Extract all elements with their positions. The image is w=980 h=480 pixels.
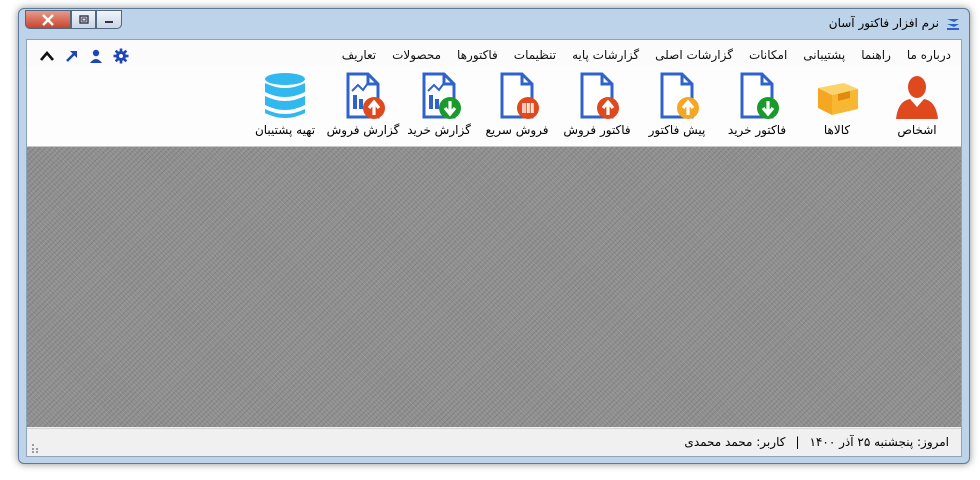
tool-label: تهیه پشتیبان (254, 123, 316, 137)
sales-invoice-icon (580, 72, 619, 119)
tool-pre-invoice[interactable]: پیش فاکتور (637, 66, 717, 146)
maximize-button[interactable] (71, 10, 96, 29)
gear-icon[interactable] (113, 48, 129, 64)
client-area: تعاریف محصولات فاکتورها تنظیمات گزارشات … (26, 39, 962, 457)
minimize-button[interactable] (96, 10, 122, 29)
tool-purchase-invoice[interactable]: فاکتور خرید (717, 66, 797, 146)
tool-quick-sale[interactable]: فروش سریع (477, 66, 557, 146)
purchase-invoice-icon (740, 72, 779, 119)
workspace-background (27, 147, 961, 427)
tool-label: فاکتور خرید (727, 123, 787, 137)
barcode-document-icon (500, 72, 539, 119)
tool-sales-report[interactable]: گزارش فروش (325, 66, 401, 146)
database-icon (265, 73, 305, 118)
tool-label: گزارش فروش (326, 123, 400, 137)
app-window: نرم افزار فاکتور آسان تعاریف محصولات فاک… (18, 8, 970, 464)
resize-grip-icon[interactable] (31, 443, 41, 453)
status-info: امروز: پنجشنبه ۲۵ آذر ۱۴۰۰ | کاربر: محمد… (684, 435, 949, 449)
tool-products[interactable]: کالاها (797, 66, 877, 146)
menu-item-about[interactable]: درباره ما (907, 48, 951, 62)
menu-bar: تعاریف محصولات فاکتورها تنظیمات گزارشات … (27, 40, 961, 66)
menu-item-invoices[interactable]: فاکتورها (457, 48, 498, 62)
status-bar: امروز: پنجشنبه ۲۵ آذر ۱۴۰۰ | کاربر: محمد… (27, 428, 961, 456)
menu-item-main-reports[interactable]: گزارشات اصلی (655, 48, 733, 62)
app-logo-icon (947, 19, 959, 30)
box-icon (818, 83, 858, 115)
quick-actions (39, 48, 129, 64)
pre-invoice-icon (660, 72, 699, 119)
title-bar[interactable]: نرم افزار فاکتور آسان (19, 9, 969, 39)
tool-label: فروش سریع (485, 123, 549, 137)
tool-label: اشخاص (897, 123, 937, 137)
close-icon (42, 13, 54, 26)
menu-item-support[interactable]: پشتیبانی (803, 48, 845, 62)
menu-item-definitions[interactable]: تعاریف (342, 48, 376, 62)
status-date: امروز: پنجشنبه ۲۵ آذر ۱۴۰۰ (809, 435, 949, 449)
purchase-report-icon (422, 72, 461, 119)
main-menu: تعاریف محصولات فاکتورها تنظیمات گزارشات … (342, 48, 951, 62)
minimize-icon (105, 20, 113, 23)
external-link-icon[interactable] (65, 49, 79, 63)
menu-item-features[interactable]: امکانات (749, 48, 787, 62)
menu-item-help[interactable]: راهنما (861, 48, 891, 62)
close-button[interactable] (25, 10, 71, 29)
ribbon-toolbar: اشخاص کالاها فاکتور خرید پیش فاکتور فاکت… (27, 66, 961, 147)
sales-report-icon (346, 72, 385, 119)
window-title: نرم افزار فاکتور آسان (828, 16, 939, 30)
tool-label: پیش فاکتور (648, 123, 706, 137)
tool-buttons: اشخاص کالاها فاکتور خرید پیش فاکتور فاکت… (245, 66, 957, 146)
person-icon (896, 76, 938, 119)
status-user: کاربر: محمد محمدی (684, 435, 786, 449)
tool-label: گزارش خرید (407, 123, 471, 137)
tool-backup[interactable]: تهیه پشتیبان (245, 66, 325, 146)
menu-item-basic-reports[interactable]: گزارشات پایه (572, 48, 639, 62)
tool-label: فاکتور فروش (563, 123, 631, 137)
user-icon[interactable] (89, 49, 103, 63)
status-separator: | (795, 435, 800, 449)
menu-item-settings[interactable]: تنظیمات (514, 48, 556, 62)
tool-label: کالاها (823, 123, 851, 137)
window-controls (25, 10, 122, 30)
tool-sales-invoice[interactable]: فاکتور فروش (557, 66, 637, 146)
maximize-icon (78, 14, 89, 24)
tool-purchase-report[interactable]: گزارش خرید (401, 66, 477, 146)
tool-persons[interactable]: اشخاص (877, 66, 957, 146)
collapse-ribbon-icon[interactable] (39, 49, 55, 63)
menu-item-products[interactable]: محصولات (392, 48, 441, 62)
